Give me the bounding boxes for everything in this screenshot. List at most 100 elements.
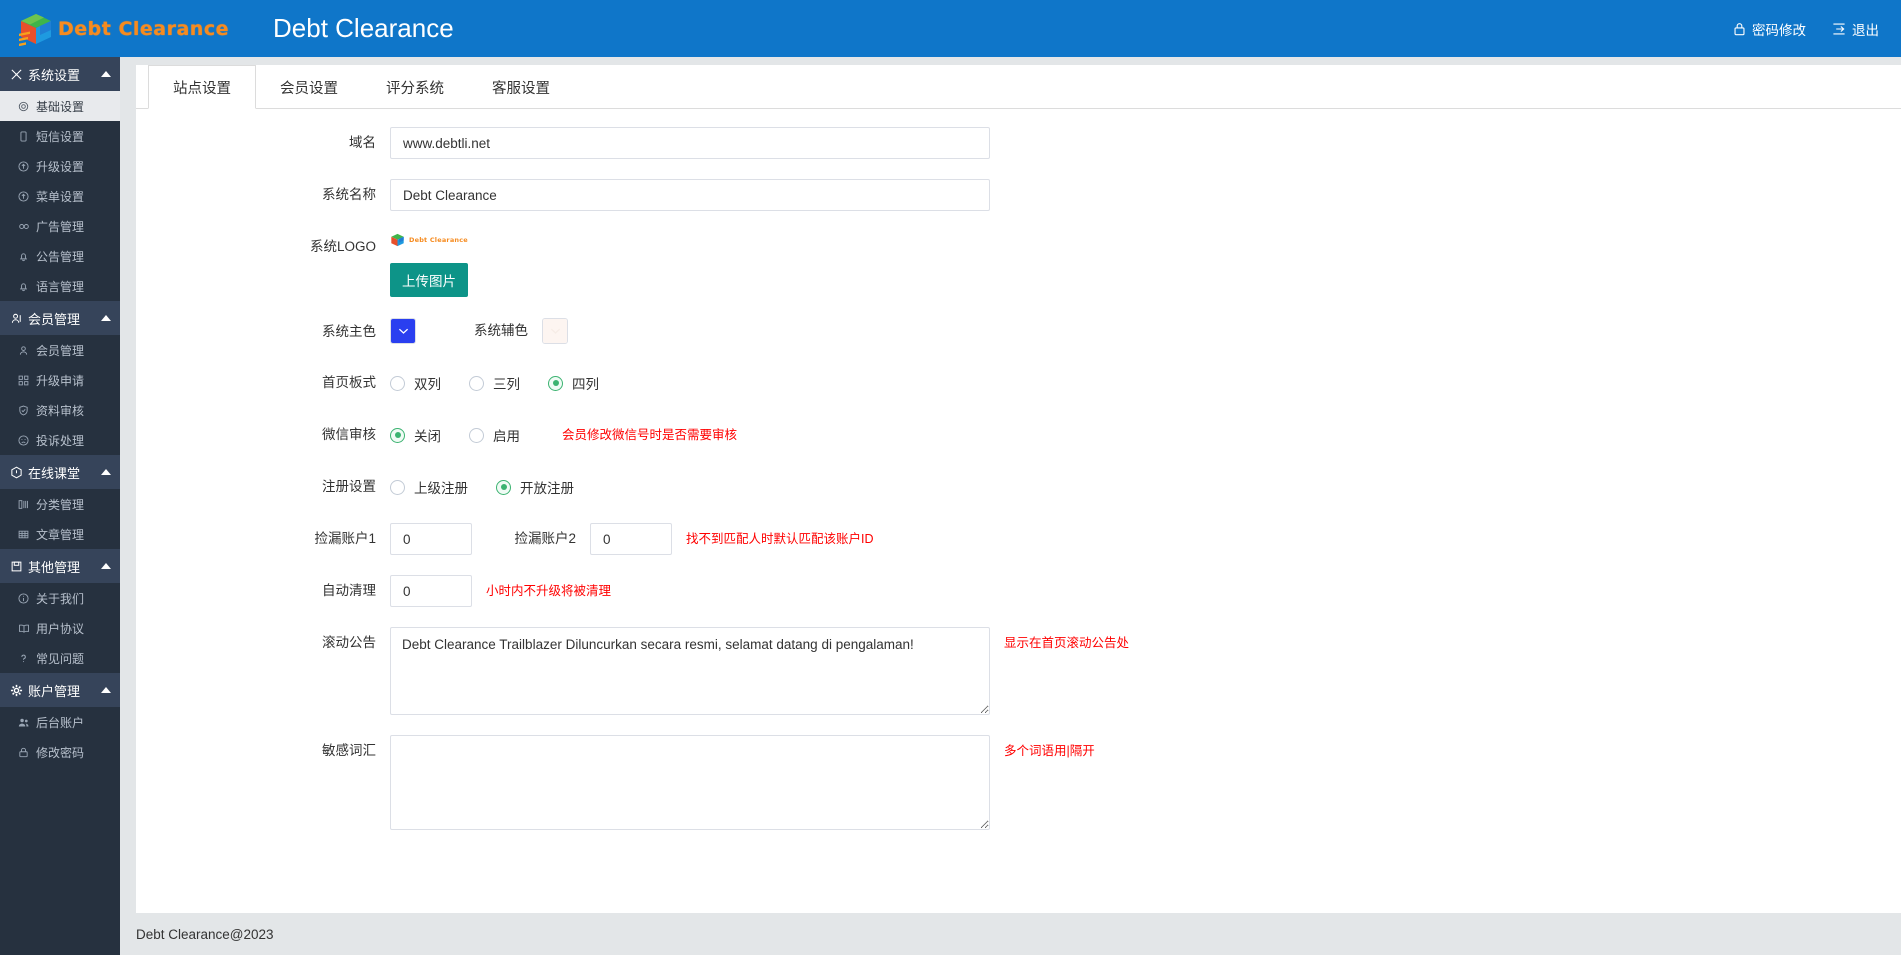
wechat-review-hint: 会员修改微信号时是否需要审核 (562, 428, 738, 442)
tab-customer-service-settings[interactable]: 客服设置 (468, 65, 574, 109)
system-name-label: 系统名称 (322, 187, 376, 202)
tab-label: 站点设置 (173, 80, 231, 97)
lock-icon (1733, 22, 1746, 36)
auto-clean-input[interactable] (390, 575, 472, 607)
save-icon (9, 560, 24, 573)
domain-input[interactable] (390, 127, 990, 159)
logo-preview-wordmark: Debt Clearance (409, 236, 468, 244)
topbar-actions: 密码修改 退出 (1733, 19, 1901, 39)
pickup-accounts-hint: 找不到匹配人时默认匹配该账户ID (686, 532, 874, 546)
sidebar-item-ad-management[interactable]: 广告管理 (0, 211, 120, 241)
sidebar-item-user-agreement[interactable]: 用户协议 (0, 613, 120, 643)
system-logo-label: 系统LOGO (309, 239, 376, 254)
upload-image-button[interactable]: 上传图片 (390, 263, 468, 297)
sidebar-group-account-management[interactable]: 账户管理 (0, 673, 120, 707)
settings-tabs: 站点设置 会员设置 评分系统 客服设置 (136, 65, 1901, 109)
radio-label: 开放注册 (520, 481, 574, 496)
field-row-system-logo: 系统LOGO Debt Clearance 上传图片 (136, 231, 1901, 297)
sidebar-group-label: 其他管理 (28, 559, 81, 575)
sidebar-item-label: 广告管理 (36, 219, 85, 234)
radio-home-layout-2col[interactable]: 双列 (390, 367, 441, 399)
system-name-input[interactable] (390, 179, 990, 211)
auto-clean-label: 自动清理 (322, 583, 376, 598)
logout-button[interactable]: 退出 (1832, 19, 1879, 39)
lock-icon (16, 747, 31, 758)
sidebar-item-complaint-handling[interactable]: 投诉处理 (0, 425, 120, 455)
pickup-account-1-input[interactable] (390, 523, 472, 555)
sidebar-group-online-classroom[interactable]: 在线课堂 (0, 455, 120, 489)
sidebar-item-label: 短信设置 (36, 129, 85, 144)
bell-icon (16, 281, 31, 292)
sidebar-item-category-management[interactable]: 分类管理 (0, 489, 120, 519)
radio-home-layout-4col[interactable]: 四列 (548, 367, 599, 399)
sidebar-item-announcement-management[interactable]: 公告管理 (0, 241, 120, 271)
sidebar-item-label: 公告管理 (36, 249, 85, 264)
bell-icon (16, 251, 31, 262)
domain-label: 域名 (349, 135, 376, 150)
field-row-auto-clean: 自动清理 小时内不升级将被清理 (136, 575, 1901, 607)
radio-home-layout-3col[interactable]: 三列 (469, 367, 520, 399)
chevron-up-icon (101, 315, 111, 321)
sidebar-item-sms-settings[interactable]: 短信设置 (0, 121, 120, 151)
register-setting-label: 注册设置 (322, 479, 376, 494)
sidebar-item-member-management[interactable]: 会员管理 (0, 335, 120, 365)
tab-member-settings[interactable]: 会员设置 (256, 65, 362, 109)
brand-wordmark: Debt Clearance (58, 17, 229, 40)
scroll-notice-controls: Debt Clearance Trailblazer Diluncurkan s… (390, 627, 1129, 715)
sidebar-group-member-management[interactable]: 会员管理 (0, 301, 120, 335)
sidebar-item-article-management[interactable]: 文章管理 (0, 519, 120, 549)
auto-clean-controls: 小时内不升级将被清理 (390, 575, 611, 607)
tab-rating-system[interactable]: 评分系统 (362, 65, 468, 109)
tab-site-settings[interactable]: 站点设置 (148, 65, 256, 109)
radio-register-open[interactable]: 开放注册 (496, 471, 574, 503)
radio-wechat-review-on[interactable]: 启用 (469, 419, 520, 451)
sidebar-item-upgrade-application[interactable]: 升级申请 (0, 365, 120, 395)
cube-logo-icon (390, 233, 405, 247)
sidebar-item-faq[interactable]: 常见问题 (0, 643, 120, 673)
chevron-up-icon (101, 687, 111, 693)
pickup-account-2-input[interactable] (590, 523, 672, 555)
logo-upload-zone: Debt Clearance 上传图片 (390, 231, 468, 297)
footer-bar: Debt Clearance@2023 (120, 913, 1901, 955)
sidebar-item-label: 用户协议 (36, 621, 85, 636)
secondary-color-picker[interactable] (542, 318, 568, 344)
wechat-review-radio-group: 关闭 启用 会员修改微信号时是否需要审核 (390, 419, 737, 451)
tab-label: 评分系统 (386, 80, 444, 97)
sidebar-item-change-password[interactable]: 修改密码 (0, 737, 120, 767)
info-circle-icon (16, 592, 31, 604)
sidebar-item-basic-settings[interactable]: 基础设置 (0, 91, 120, 121)
sidebar-group-system-settings[interactable]: 系统设置 (0, 57, 120, 91)
sidebar-group-label: 在线课堂 (28, 465, 81, 481)
shield-check-icon (16, 405, 31, 416)
arrow-up-circle-icon (16, 160, 31, 172)
sensitive-words-textarea[interactable] (390, 735, 990, 830)
change-password-button[interactable]: 密码修改 (1733, 19, 1806, 39)
field-row-domain: 域名 (136, 127, 1901, 159)
field-row-sensitive-words: 敏感词汇 多个词语用|隔开 (136, 735, 1901, 830)
sidebar-item-backend-account[interactable]: 后台账户 (0, 707, 120, 737)
sidebar-group-other-management[interactable]: 其他管理 (0, 549, 120, 583)
sidebar-item-menu-settings[interactable]: 菜单设置 (0, 181, 120, 211)
logo-preview-image: Debt Clearance (390, 231, 468, 249)
radio-label: 四列 (572, 377, 599, 392)
sidebar-item-upgrade-settings[interactable]: 升级设置 (0, 151, 120, 181)
sidebar-item-data-review[interactable]: 资料审核 (0, 395, 120, 425)
radio-register-by-referrer[interactable]: 上级注册 (390, 471, 468, 503)
field-row-wechat-review: 微信审核 关闭 启用 会员修改微信号时是否需要审核 (136, 419, 1901, 451)
color-controls: 系统辅色 (390, 317, 568, 345)
pickup-accounts-controls: 捡漏账户2 找不到匹配人时默认匹配该账户ID (390, 523, 874, 555)
sidebar-item-label: 语言管理 (36, 279, 85, 294)
table-icon (16, 529, 31, 540)
sidebar-item-language-management[interactable]: 语言管理 (0, 271, 120, 301)
home-layout-radio-group: 双列 三列 四列 (390, 367, 627, 399)
primary-color-picker[interactable] (390, 318, 416, 344)
chevron-down-icon (550, 328, 560, 334)
brand-block[interactable]: Debt Clearance (0, 12, 243, 46)
cube-logo-icon (18, 12, 54, 46)
primary-color-label: 系统主色 (322, 324, 376, 339)
radio-wechat-review-off[interactable]: 关闭 (390, 419, 441, 451)
scroll-notice-textarea[interactable]: Debt Clearance Trailblazer Diluncurkan s… (390, 627, 990, 715)
auto-clean-hint: 小时内不升级将被清理 (486, 584, 612, 598)
sidebar-item-about-us[interactable]: 关于我们 (0, 583, 120, 613)
sidebar-group-label: 会员管理 (28, 311, 81, 327)
